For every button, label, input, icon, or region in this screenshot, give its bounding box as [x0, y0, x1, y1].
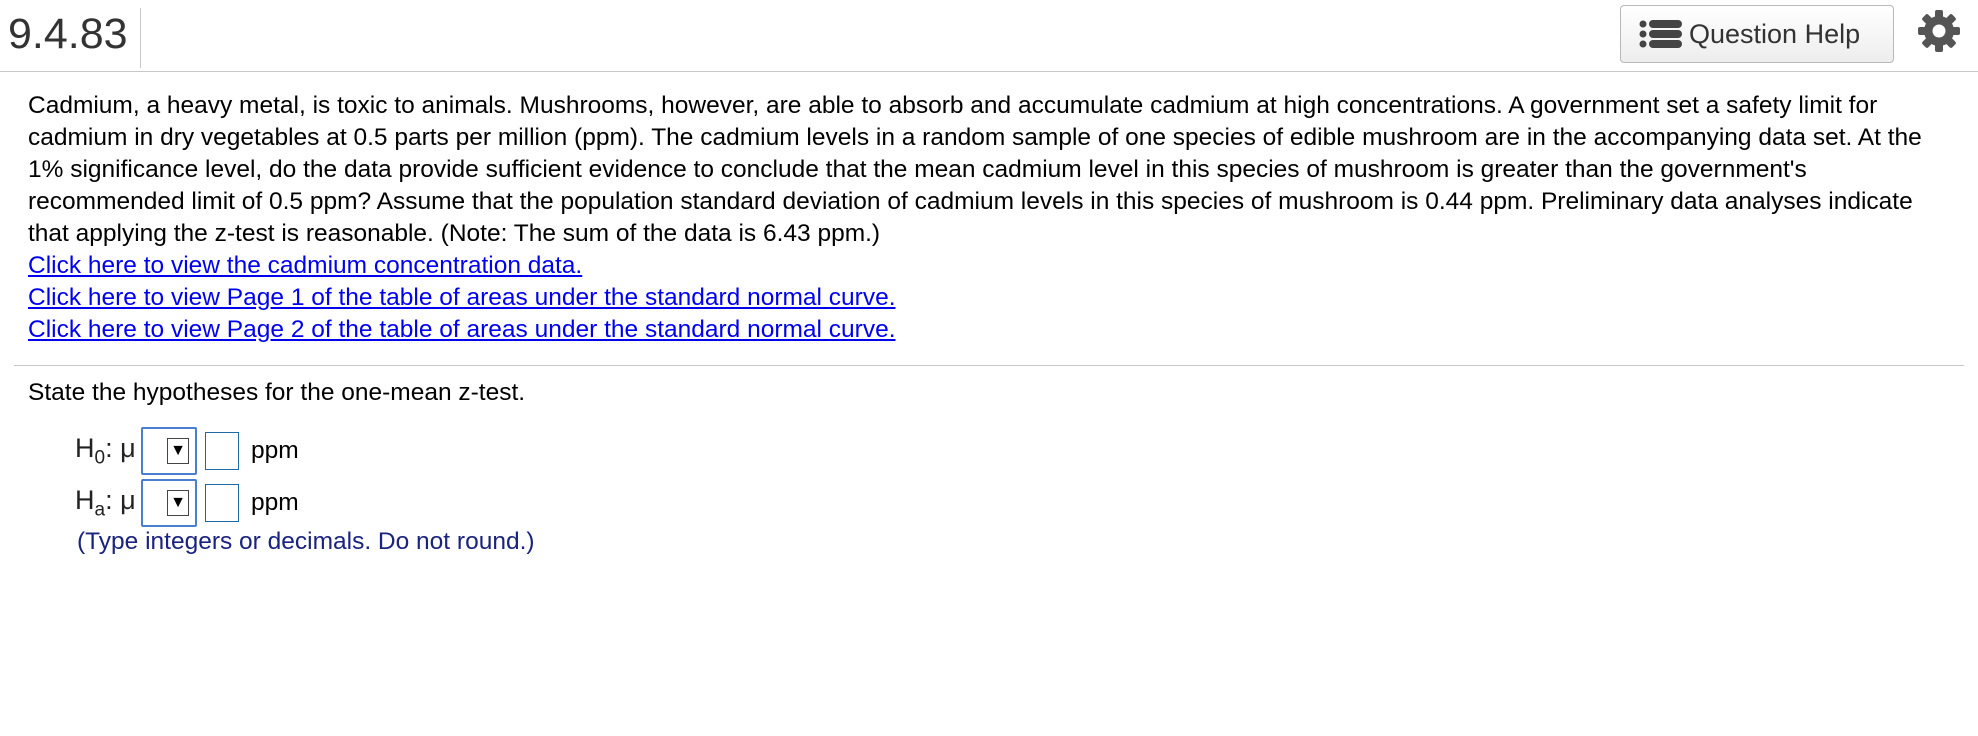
null-value-input[interactable]	[205, 432, 239, 470]
question-prompt: State the hypotheses for the one-mean z-…	[28, 379, 526, 406]
question-number: 9.4.83	[8, 8, 141, 68]
null-hypothesis-row: H0: μ ▼ ppm	[75, 427, 299, 475]
alt-hypothesis-row: Ha: μ ▼ ppm	[75, 479, 299, 527]
alt-unit: ppm	[251, 489, 299, 516]
problem-text: Cadmium, a heavy metal, is toxic to anim…	[28, 92, 1922, 247]
null-relation-dropdown[interactable]: ▼	[141, 427, 197, 475]
question-header: 9.4.83 Question Help	[0, 0, 1978, 72]
chevron-down-icon: ▼	[167, 490, 189, 516]
cadmium-data-link[interactable]: Click here to view the cadmium concentra…	[28, 250, 1958, 282]
null-unit: ppm	[251, 437, 299, 464]
list-icon	[1639, 19, 1683, 49]
problem-statement: Cadmium, a heavy metal, is toxic to anim…	[28, 90, 1958, 346]
gear-icon[interactable]	[1916, 8, 1962, 54]
section-divider	[14, 365, 1964, 366]
null-hypothesis-label: H0: μ	[75, 432, 136, 469]
normal-table-page2-link[interactable]: Click here to view Page 2 of the table o…	[28, 314, 1958, 346]
normal-table-page1-link[interactable]: Click here to view Page 1 of the table o…	[28, 282, 1958, 314]
alt-hypothesis-label: Ha: μ	[75, 484, 136, 521]
question-help-button[interactable]: Question Help	[1620, 5, 1894, 63]
answer-format-note: (Type integers or decimals. Do not round…	[77, 528, 535, 555]
alt-value-input[interactable]	[205, 484, 239, 522]
chevron-down-icon: ▼	[167, 438, 189, 464]
question-help-label: Question Help	[1689, 18, 1861, 49]
alt-relation-dropdown[interactable]: ▼	[141, 479, 197, 527]
